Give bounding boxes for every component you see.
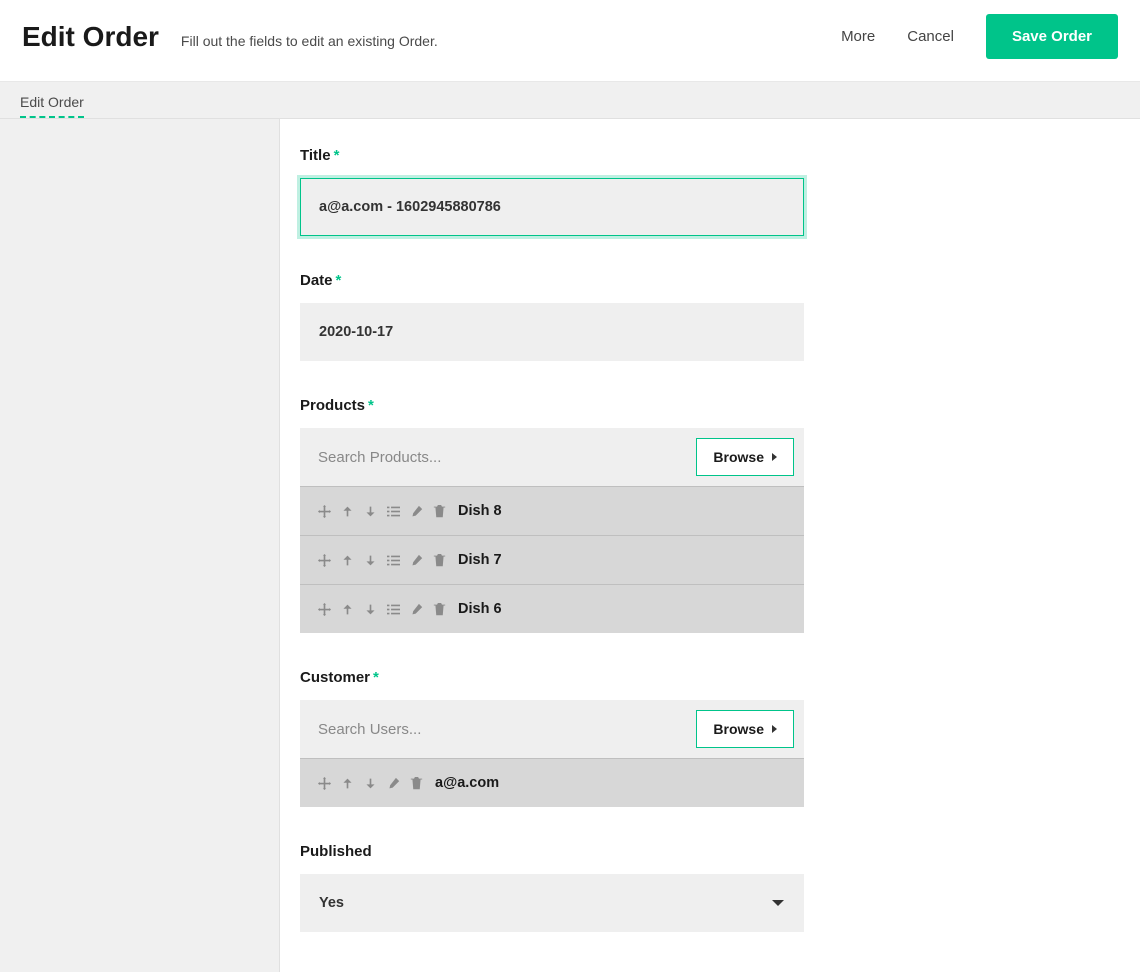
- product-item-label: Dish 6: [458, 601, 502, 617]
- published-select[interactable]: Yes: [300, 874, 804, 932]
- arrow-down-icon[interactable]: [364, 554, 377, 567]
- product-item: Dish 7: [300, 535, 804, 584]
- date-label: Date*: [300, 272, 804, 289]
- pencil-icon[interactable]: [410, 603, 423, 616]
- arrow-down-icon[interactable]: [364, 603, 377, 616]
- tab-bar: Edit Order: [0, 82, 1140, 119]
- customer-label: Customer*: [300, 669, 804, 686]
- pencil-icon[interactable]: [410, 554, 423, 567]
- trash-icon[interactable]: [433, 603, 446, 616]
- list-icon[interactable]: [387, 554, 400, 567]
- pencil-icon[interactable]: [410, 505, 423, 518]
- arrow-down-icon[interactable]: [364, 777, 377, 790]
- customer-item: a@a.com: [300, 758, 804, 807]
- move-icon[interactable]: [318, 554, 331, 567]
- sidebar: [0, 119, 280, 972]
- product-item: Dish 8: [300, 486, 804, 535]
- arrow-up-icon[interactable]: [341, 505, 354, 518]
- required-indicator: *: [336, 272, 342, 289]
- required-indicator: *: [334, 147, 340, 164]
- products-search-row: Browse: [300, 428, 804, 486]
- page-header: Edit Order Fill out the fields to edit a…: [0, 0, 1140, 82]
- trash-icon[interactable]: [433, 554, 446, 567]
- title-label: Title*: [300, 147, 804, 164]
- arrow-up-icon[interactable]: [341, 603, 354, 616]
- header-actions: More Cancel Save Order: [841, 14, 1118, 59]
- products-browse-button[interactable]: Browse: [696, 438, 794, 476]
- required-indicator: *: [368, 397, 374, 414]
- customer-search-input[interactable]: [318, 711, 686, 748]
- customer-browse-button[interactable]: Browse: [696, 710, 794, 748]
- products-search-input[interactable]: [318, 439, 686, 476]
- published-label: Published: [300, 843, 804, 860]
- page-title: Edit Order: [22, 21, 159, 53]
- more-button[interactable]: More: [841, 28, 875, 45]
- product-item: Dish 6: [300, 584, 804, 633]
- caret-right-icon: [772, 725, 777, 733]
- field-products: Products* Browse: [300, 397, 804, 633]
- tab-edit-order[interactable]: Edit Order: [20, 94, 84, 118]
- save-order-button[interactable]: Save Order: [986, 14, 1118, 59]
- caret-right-icon: [772, 453, 777, 461]
- move-icon[interactable]: [318, 603, 331, 616]
- title-input[interactable]: [300, 178, 804, 236]
- field-date: Date*: [300, 272, 804, 361]
- page-description: Fill out the fields to edit an existing …: [181, 33, 438, 49]
- move-icon[interactable]: [318, 505, 331, 518]
- arrow-up-icon[interactable]: [341, 554, 354, 567]
- date-input[interactable]: [300, 303, 804, 361]
- field-title: Title*: [300, 147, 804, 236]
- move-icon[interactable]: [318, 777, 331, 790]
- form-panel: Title* Date* Products* Browse: [280, 119, 1140, 972]
- arrow-up-icon[interactable]: [341, 777, 354, 790]
- trash-icon[interactable]: [433, 505, 446, 518]
- customer-item-label: a@a.com: [435, 775, 499, 791]
- list-icon[interactable]: [387, 603, 400, 616]
- product-item-label: Dish 8: [458, 503, 502, 519]
- arrow-down-icon[interactable]: [364, 505, 377, 518]
- list-icon[interactable]: [387, 505, 400, 518]
- product-item-label: Dish 7: [458, 552, 502, 568]
- customer-search-row: Browse: [300, 700, 804, 758]
- trash-icon[interactable]: [410, 777, 423, 790]
- pencil-icon[interactable]: [387, 777, 400, 790]
- page-body: Title* Date* Products* Browse: [0, 119, 1140, 972]
- required-indicator: *: [373, 669, 379, 686]
- products-label: Products*: [300, 397, 804, 414]
- cancel-button[interactable]: Cancel: [907, 28, 954, 45]
- field-customer: Customer* Browse: [300, 669, 804, 807]
- field-published: Published Yes: [300, 843, 804, 932]
